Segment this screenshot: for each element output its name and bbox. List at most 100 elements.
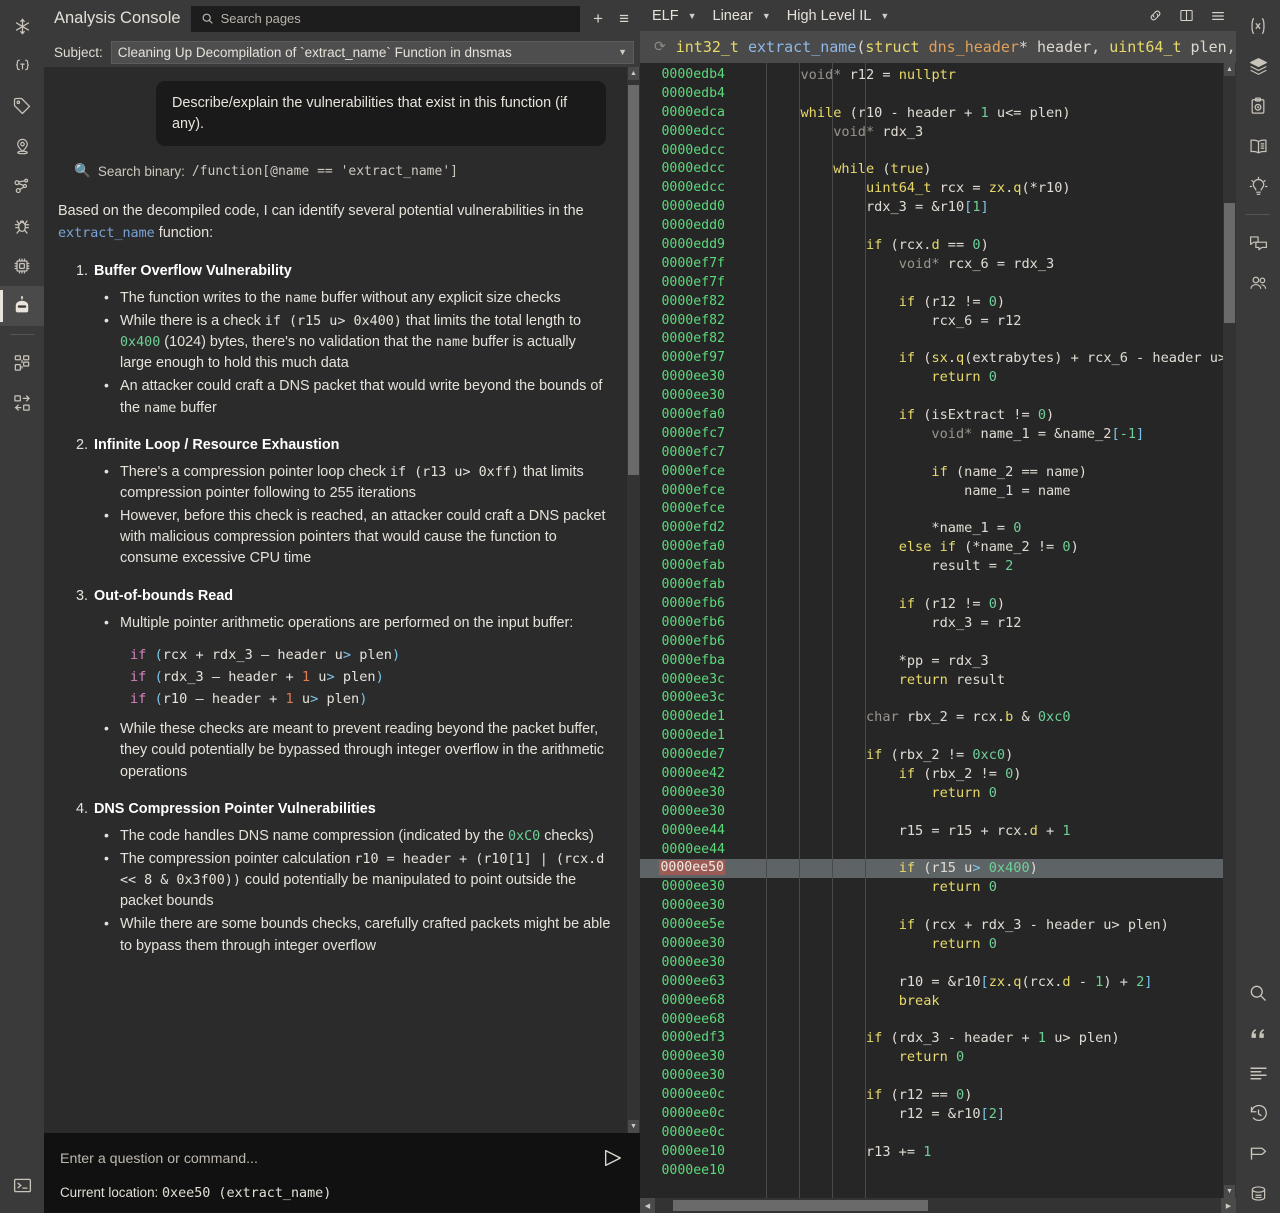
code-line[interactable]: if (rbx_2 != 0) <box>735 765 1223 784</box>
split-pane-icon[interactable] <box>1179 8 1194 23</box>
address-label[interactable]: 0000ef82 <box>640 312 735 331</box>
clipboard-icon[interactable] <box>1236 86 1280 126</box>
address-label[interactable]: 0000ee5e <box>640 916 735 935</box>
address-label[interactable]: 0000ee68 <box>640 992 735 1011</box>
chip-icon[interactable] <box>0 246 44 286</box>
code-line[interactable] <box>735 330 1223 349</box>
code-line[interactable]: r15 = r15 + rcx.d + 1 <box>735 822 1223 841</box>
address-label[interactable]: 0000ee30 <box>640 1048 735 1067</box>
address-label[interactable]: 0000edf3 <box>640 1029 735 1048</box>
address-label[interactable]: 0000ef82 <box>640 293 735 312</box>
code-line[interactable]: return result <box>735 671 1223 690</box>
link-icon[interactable] <box>1148 8 1163 23</box>
variables-icon[interactable] <box>1236 6 1280 46</box>
layers-icon[interactable] <box>1236 46 1280 86</box>
address-label[interactable]: 0000ede1 <box>640 727 735 746</box>
code-line[interactable]: rcx_6 = r12 <box>735 312 1223 331</box>
address-label[interactable]: 0000ede1 <box>640 708 735 727</box>
code-line[interactable] <box>735 1124 1223 1143</box>
address-label[interactable]: 0000edcc <box>640 160 735 179</box>
code-line[interactable]: if (name_2 == name) <box>735 463 1223 482</box>
address-label[interactable]: 0000efab <box>640 576 735 595</box>
address-label[interactable]: 0000ef7f <box>640 255 735 274</box>
address-label[interactable]: 0000edcc <box>640 142 735 161</box>
code-line[interactable]: *name_1 = 0 <box>735 519 1223 538</box>
code-line[interactable]: r10 = &r10[zx.q(rcx.d - 1) + 2] <box>735 973 1223 992</box>
code-viewport[interactable]: 0000edb4 0000edb4 0000edca 0000edcc 0000edcc… <box>640 63 1223 1198</box>
hscroll-track[interactable] <box>655 1198 1221 1213</box>
search-pages-input[interactable]: Search pages <box>190 5 581 32</box>
code-line[interactable]: *pp = rdx_3 <box>735 652 1223 671</box>
address-label[interactable]: 0000efce <box>640 463 735 482</box>
address-label[interactable]: 0000ee50 <box>640 859 735 879</box>
terminal-icon[interactable] <box>0 1165 44 1205</box>
quotes-icon[interactable] <box>1236 1013 1280 1053</box>
braces-type-icon[interactable] <box>0 46 44 86</box>
tag-flag-icon[interactable] <box>1236 1133 1280 1173</box>
scroll-thumb[interactable] <box>1224 203 1235 323</box>
code-line[interactable] <box>735 727 1223 746</box>
address-label[interactable]: 0000ee63 <box>640 973 735 992</box>
address-label[interactable]: 0000ee3c <box>640 671 735 690</box>
code-line[interactable]: if (rcx.d == 0) <box>735 236 1223 255</box>
address-label[interactable]: 0000ee30 <box>640 954 735 973</box>
code-line[interactable] <box>735 803 1223 822</box>
code-line[interactable] <box>735 500 1223 519</box>
lightbulb-icon[interactable] <box>1236 166 1280 206</box>
code-line[interactable]: if (r12 != 0) <box>735 293 1223 312</box>
scroll-thumb[interactable] <box>628 85 639 475</box>
location-pin-icon[interactable] <box>0 126 44 166</box>
address-label[interactable]: 0000efb6 <box>640 614 735 633</box>
address-label[interactable]: 0000ee0c <box>640 1105 735 1124</box>
address-label[interactable]: 0000edd0 <box>640 217 735 236</box>
address-label[interactable]: 0000efba <box>640 652 735 671</box>
address-label[interactable]: 0000ef82 <box>640 330 735 349</box>
address-label[interactable]: 0000edd9 <box>640 236 735 255</box>
command-input[interactable]: Enter a question or command... <box>60 1151 602 1167</box>
address-label[interactable]: 0000efa0 <box>640 538 735 557</box>
code-line[interactable]: void* rcx_6 = rdx_3 <box>735 255 1223 274</box>
code-line[interactable]: while (true) <box>735 160 1223 179</box>
code-line[interactable]: if (r15 u> 0x400) <box>735 859 1223 879</box>
address-label[interactable]: 0000edb4 <box>640 85 735 104</box>
console-menu-button[interactable]: ≡ <box>616 10 632 27</box>
code-line[interactable]: if (isExtract != 0) <box>735 406 1223 425</box>
code-lines[interactable]: void* r12 = nullptr while (r10 - header … <box>735 63 1223 1198</box>
address-label[interactable]: 0000ef97 <box>640 349 735 368</box>
code-line[interactable]: void* rdx_3 <box>735 123 1223 142</box>
code-line[interactable]: rdx_3 = &r10[1] <box>735 198 1223 217</box>
address-label[interactable]: 0000ee30 <box>640 368 735 387</box>
address-label[interactable]: 0000efa0 <box>640 406 735 425</box>
code-line[interactable]: uint64_t rcx = zx.q(*r10) <box>735 179 1223 198</box>
address-label[interactable]: 0000ee0c <box>640 1086 735 1105</box>
code-line[interactable] <box>735 444 1223 463</box>
address-label[interactable]: 0000ee30 <box>640 784 735 803</box>
code-horizontal-scrollbar[interactable]: ◀ ▶ <box>640 1198 1236 1213</box>
code-line[interactable]: if (rbx_2 != 0xc0) <box>735 746 1223 765</box>
address-label[interactable]: 0000edcc <box>640 123 735 142</box>
code-line[interactable]: char rbx_2 = rcx.b & 0xc0 <box>735 708 1223 727</box>
scroll-down-arrow[interactable]: ▼ <box>628 1120 639 1133</box>
address-label[interactable]: 0000ee10 <box>640 1143 735 1162</box>
address-label[interactable]: 0000efce <box>640 482 735 501</box>
code-line[interactable]: break <box>735 992 1223 1011</box>
code-line[interactable]: r13 += 1 <box>735 1143 1223 1162</box>
users-icon[interactable] <box>1236 263 1280 303</box>
lines-icon[interactable] <box>1236 1053 1280 1093</box>
code-line[interactable] <box>735 1067 1223 1086</box>
address-label[interactable]: 0000ee0c <box>640 1124 735 1143</box>
address-label[interactable]: 0000efc7 <box>640 444 735 463</box>
address-label[interactable]: 0000ee44 <box>640 822 735 841</box>
tag-icon[interactable] <box>0 86 44 126</box>
book-icon[interactable] <box>1236 126 1280 166</box>
code-line[interactable] <box>735 217 1223 236</box>
hamburger-menu-icon[interactable] <box>1210 8 1226 24</box>
subject-select[interactable]: Cleaning Up Decompilation of `extract_na… <box>110 40 634 64</box>
code-line[interactable] <box>735 954 1223 973</box>
code-line[interactable] <box>735 1162 1223 1181</box>
address-label[interactable]: 0000efb6 <box>640 595 735 614</box>
code-line[interactable] <box>735 387 1223 406</box>
address-label[interactable]: 0000efce <box>640 500 735 519</box>
history-icon[interactable] <box>1236 1093 1280 1133</box>
scroll-left-arrow[interactable]: ◀ <box>640 1198 655 1213</box>
